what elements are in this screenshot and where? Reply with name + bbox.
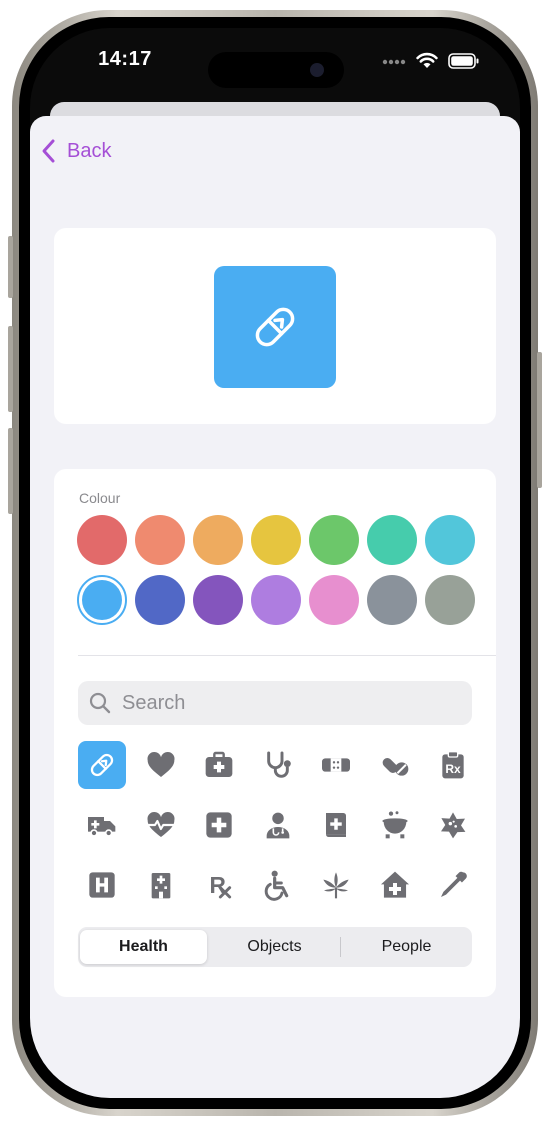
search-icon — [89, 692, 111, 714]
back-button[interactable]: Back — [40, 138, 111, 164]
colour-swatch[interactable] — [135, 515, 185, 565]
wifi-icon — [416, 52, 438, 68]
doctor-icon — [266, 812, 289, 839]
chevron-left-icon — [42, 139, 55, 163]
colour-swatch[interactable] — [309, 575, 359, 625]
search-input[interactable] — [120, 690, 454, 716]
heart-rate-icon — [146, 811, 175, 837]
icon-option[interactable]: R — [195, 861, 243, 909]
colour-swatch[interactable] — [425, 575, 475, 625]
medical-book-icon — [326, 813, 346, 837]
hospital-sign-icon — [89, 872, 115, 898]
clinic-house-icon — [380, 871, 409, 898]
rx-icon: R — [209, 872, 232, 899]
side-button — [8, 428, 13, 514]
icon-preview-card — [54, 228, 496, 424]
icon-option[interactable] — [254, 741, 302, 789]
ambulance-icon — [88, 817, 116, 837]
colour-swatch[interactable] — [251, 575, 301, 625]
colour-swatch[interactable] — [367, 575, 417, 625]
stethoscope-icon — [266, 751, 291, 778]
colour-swatch[interactable] — [309, 515, 359, 565]
icon-option[interactable] — [78, 861, 126, 909]
segment-health[interactable]: Health — [80, 930, 207, 964]
status-icons — [382, 52, 480, 69]
side-button — [8, 236, 13, 298]
svg-text:Rx: Rx — [445, 762, 461, 776]
icon-option[interactable] — [78, 801, 126, 849]
wheelchair-icon — [264, 870, 288, 901]
icon-editor-sheet: Back Colour Search Rx R Health Objects P… — [30, 116, 520, 1098]
icon-option[interactable] — [371, 861, 419, 909]
cannabis-leaf-icon — [323, 872, 349, 899]
icon-option[interactable] — [137, 801, 185, 849]
cauldron-icon — [381, 811, 408, 839]
battery-icon — [448, 52, 479, 69]
side-button — [537, 352, 542, 488]
colour-swatch-grid — [77, 515, 475, 625]
back-label: Back — [67, 139, 112, 162]
colour-swatch[interactable] — [193, 575, 243, 625]
colour-swatch[interactable] — [193, 515, 243, 565]
icon-option[interactable] — [312, 801, 360, 849]
medical-cross-icon — [206, 812, 232, 838]
colour-section-label: Colour — [79, 490, 121, 506]
side-button — [8, 326, 13, 412]
signal-dots-icon — [382, 59, 406, 64]
pill-icon — [255, 307, 295, 347]
heart-icon — [146, 751, 175, 777]
prescription-clipboard-icon: Rx — [442, 751, 464, 779]
icon-option[interactable] — [195, 741, 243, 789]
segment-separator — [340, 937, 341, 957]
dropper-icon — [441, 871, 467, 897]
dynamic-island — [208, 52, 344, 88]
virus-icon — [441, 812, 466, 839]
pills-icon — [382, 757, 408, 776]
colour-swatch[interactable] — [425, 515, 475, 565]
medical-bag-icon — [205, 751, 233, 777]
colour-swatch[interactable] — [135, 575, 185, 625]
icon-grid: Rx R — [78, 741, 476, 909]
icon-option[interactable] — [429, 801, 477, 849]
icon-preview-tile — [214, 266, 336, 388]
segment-objects[interactable]: Objects — [211, 930, 338, 964]
segment-people[interactable]: People — [343, 930, 470, 964]
status-time: 14:17 — [98, 48, 152, 70]
icon-option[interactable]: Rx — [429, 741, 477, 789]
icon-option[interactable] — [254, 861, 302, 909]
icon-picker-card: Colour Rx R Health Objects People — [54, 469, 496, 997]
icon-option[interactable] — [312, 861, 360, 909]
colour-swatch[interactable] — [251, 515, 301, 565]
icon-option[interactable] — [78, 741, 126, 789]
icon-option[interactable] — [312, 741, 360, 789]
colour-swatch[interactable] — [367, 515, 417, 565]
bandage-icon — [322, 758, 350, 772]
icon-option[interactable] — [429, 861, 477, 909]
icon-option[interactable] — [254, 801, 302, 849]
screen: 14:17 Back Colour Search Rx R Health Obj… — [30, 28, 520, 1098]
hospital-building-icon — [151, 873, 170, 899]
colour-swatch[interactable] — [77, 515, 127, 565]
icon-option[interactable] — [137, 861, 185, 909]
pill-icon — [90, 753, 114, 777]
icon-option[interactable] — [371, 741, 419, 789]
category-segmented-control: Health Objects People — [78, 927, 472, 967]
icon-option[interactable] — [137, 741, 185, 789]
icon-option[interactable] — [195, 801, 243, 849]
icon-option[interactable] — [371, 801, 419, 849]
divider — [78, 655, 496, 656]
colour-swatch[interactable] — [77, 575, 127, 625]
search-field[interactable] — [78, 681, 472, 725]
